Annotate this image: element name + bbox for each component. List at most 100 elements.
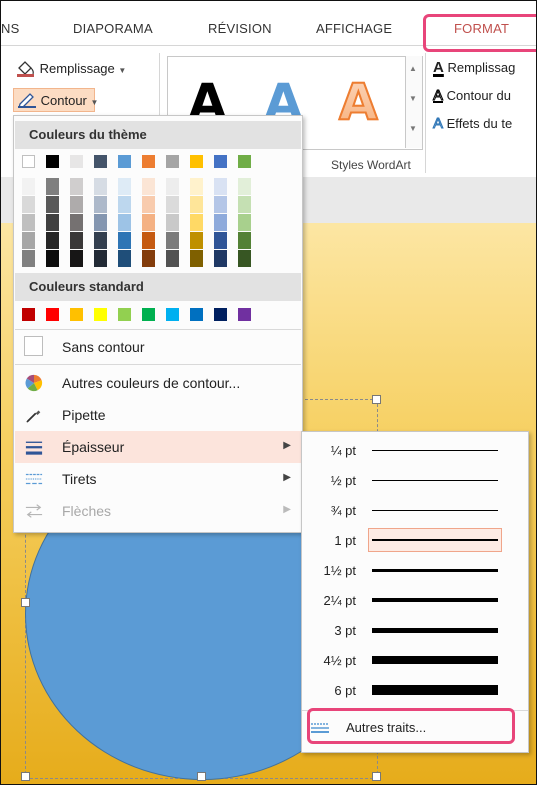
theme-color-shade-swatch[interactable] xyxy=(190,214,203,231)
standard-color-swatch[interactable] xyxy=(46,308,59,321)
standard-color-swatch[interactable] xyxy=(118,308,131,321)
text-outline-button[interactable]: A Contour du xyxy=(432,87,510,105)
theme-color-shade-swatch[interactable] xyxy=(70,178,83,195)
theme-color-shade-swatch[interactable] xyxy=(142,214,155,231)
theme-color-shade-swatch[interactable] xyxy=(214,178,227,195)
theme-color-shade-swatch[interactable] xyxy=(238,196,251,213)
theme-color-swatch[interactable] xyxy=(70,155,83,168)
theme-color-shade-swatch[interactable] xyxy=(118,250,131,267)
theme-color-shade-swatch[interactable] xyxy=(166,250,179,267)
scroll-up-icon[interactable]: ▲ xyxy=(409,64,417,73)
theme-color-shade-swatch[interactable] xyxy=(22,178,35,195)
theme-color-shade-swatch[interactable] xyxy=(238,232,251,249)
theme-color-shade-swatch[interactable] xyxy=(70,250,83,267)
theme-color-shade-swatch[interactable] xyxy=(94,196,107,213)
contour-button-content[interactable]: Contour ▼ xyxy=(17,92,98,109)
tirets-item[interactable]: Tirets ▶ xyxy=(15,463,301,495)
standard-color-swatch[interactable] xyxy=(70,308,83,321)
theme-color-shade-swatch[interactable] xyxy=(190,232,203,249)
theme-color-swatch[interactable] xyxy=(214,155,227,168)
theme-color-swatch[interactable] xyxy=(46,155,59,168)
tab-revision[interactable]: RÉVISION xyxy=(208,21,272,36)
theme-color-swatch[interactable] xyxy=(190,155,203,168)
theme-color-shade-swatch[interactable] xyxy=(190,196,203,213)
theme-color-swatch[interactable] xyxy=(94,155,107,168)
theme-color-shade-swatch[interactable] xyxy=(142,250,155,267)
theme-color-shade-swatch[interactable] xyxy=(94,214,107,231)
theme-color-shade-swatch[interactable] xyxy=(190,178,203,195)
gallery-scrollbar[interactable]: ▲ ▼ ▼ xyxy=(405,56,422,148)
theme-color-shade-swatch[interactable] xyxy=(166,214,179,231)
theme-color-shade-swatch[interactable] xyxy=(142,232,155,249)
standard-color-swatch[interactable] xyxy=(94,308,107,321)
theme-color-shade-swatch[interactable] xyxy=(46,196,59,213)
line-weight-option[interactable]: 1 pt xyxy=(302,525,528,555)
theme-color-shade-swatch[interactable] xyxy=(166,232,179,249)
theme-color-shade-swatch[interactable] xyxy=(190,250,203,267)
theme-color-swatch[interactable] xyxy=(166,155,179,168)
theme-color-swatch[interactable] xyxy=(22,155,35,168)
theme-color-shade-swatch[interactable] xyxy=(166,196,179,213)
standard-color-swatch[interactable] xyxy=(214,308,227,321)
theme-color-shade-swatch[interactable] xyxy=(118,232,131,249)
theme-color-shade-swatch[interactable] xyxy=(46,250,59,267)
line-weight-option[interactable]: ½ pt xyxy=(302,465,528,495)
theme-color-shade-swatch[interactable] xyxy=(46,178,59,195)
wordart-style-orange[interactable]: A xyxy=(338,72,379,132)
tab-affichage[interactable]: AFFICHAGE xyxy=(316,21,392,36)
text-fill-button[interactable]: A Remplissag xyxy=(433,59,515,76)
sans-contour-item[interactable]: Sans contour xyxy=(15,331,301,363)
theme-color-shade-swatch[interactable] xyxy=(214,214,227,231)
tab-animations[interactable]: NS xyxy=(1,21,19,36)
resize-handle[interactable] xyxy=(372,772,381,781)
line-weight-option[interactable]: 6 pt xyxy=(302,675,528,705)
fleches-item[interactable]: Flèches ▶ xyxy=(15,495,301,527)
theme-color-shade-swatch[interactable] xyxy=(22,232,35,249)
theme-color-swatch[interactable] xyxy=(118,155,131,168)
resize-handle[interactable] xyxy=(21,772,30,781)
theme-color-shade-swatch[interactable] xyxy=(142,196,155,213)
scroll-down-icon[interactable]: ▼ xyxy=(409,94,417,103)
line-weight-option[interactable]: ¼ pt xyxy=(302,435,528,465)
autres-couleurs-item[interactable]: Autres couleurs de contour... xyxy=(15,367,301,399)
theme-color-shade-swatch[interactable] xyxy=(214,250,227,267)
line-weight-option[interactable]: 1½ pt xyxy=(302,555,528,585)
epaisseur-item[interactable]: Épaisseur ▶ xyxy=(15,431,301,463)
standard-color-swatch[interactable] xyxy=(142,308,155,321)
line-weight-option[interactable]: 2¼ pt xyxy=(302,585,528,615)
pipette-item[interactable]: Pipette xyxy=(15,399,301,431)
theme-color-shade-swatch[interactable] xyxy=(238,250,251,267)
theme-color-shade-swatch[interactable] xyxy=(166,178,179,195)
line-weight-option[interactable]: ¾ pt xyxy=(302,495,528,525)
theme-color-shade-swatch[interactable] xyxy=(46,232,59,249)
tab-diaporama[interactable]: DIAPORAMA xyxy=(73,21,153,36)
standard-color-swatch[interactable] xyxy=(166,308,179,321)
text-effects-button[interactable]: A Effets du te xyxy=(432,115,512,133)
theme-color-shade-swatch[interactable] xyxy=(70,232,83,249)
resize-handle[interactable] xyxy=(372,395,381,404)
theme-color-shade-swatch[interactable] xyxy=(142,178,155,195)
theme-color-shade-swatch[interactable] xyxy=(94,178,107,195)
line-weight-option[interactable]: 3 pt xyxy=(302,615,528,645)
theme-color-shade-swatch[interactable] xyxy=(70,196,83,213)
theme-color-shade-swatch[interactable] xyxy=(118,214,131,231)
theme-color-swatch[interactable] xyxy=(142,155,155,168)
theme-color-shade-swatch[interactable] xyxy=(46,214,59,231)
theme-color-shade-swatch[interactable] xyxy=(70,214,83,231)
standard-color-swatch[interactable] xyxy=(22,308,35,321)
theme-color-shade-swatch[interactable] xyxy=(22,250,35,267)
resize-handle[interactable] xyxy=(21,598,30,607)
theme-color-shade-swatch[interactable] xyxy=(118,196,131,213)
standard-color-swatch[interactable] xyxy=(238,308,251,321)
theme-color-swatch[interactable] xyxy=(238,155,251,168)
theme-color-shade-swatch[interactable] xyxy=(214,196,227,213)
theme-color-shade-swatch[interactable] xyxy=(22,214,35,231)
resize-handle[interactable] xyxy=(197,772,206,781)
standard-color-swatch[interactable] xyxy=(190,308,203,321)
line-weight-option[interactable]: 4½ pt xyxy=(302,645,528,675)
theme-color-shade-swatch[interactable] xyxy=(22,196,35,213)
remplissage-button[interactable]: Remplissage ▼ xyxy=(16,59,126,77)
theme-color-shade-swatch[interactable] xyxy=(238,214,251,231)
theme-color-shade-swatch[interactable] xyxy=(94,232,107,249)
theme-color-shade-swatch[interactable] xyxy=(118,178,131,195)
